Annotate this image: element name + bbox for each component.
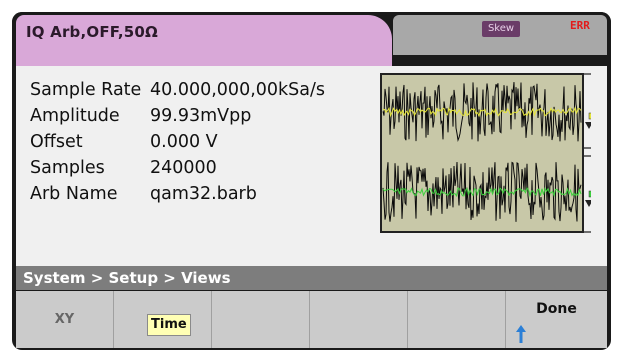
parameter-panel: Sample Rate 40.000,000,00kSa/s Amplitude 9… (16, 66, 607, 266)
softkey-empty-4[interactable] (310, 291, 408, 348)
skew-badge: Skew (482, 21, 520, 37)
softkey-done[interactable]: Done (506, 291, 607, 348)
softkey-time[interactable]: Time (114, 291, 212, 348)
param-label: Sample Rate (30, 80, 142, 100)
tab-bar: IQ Arb,OFF,50Ω Skew ERR (12, 12, 611, 66)
softkey-xy[interactable]: XY (16, 291, 114, 348)
channel2-marker-icon (588, 190, 591, 198)
softkey-label-selected: Time (147, 314, 191, 336)
up-arrow-icon (516, 325, 526, 343)
breadcrumb: System > Setup > Views (16, 266, 607, 290)
channel1-marker-icon (588, 112, 591, 120)
param-row-amplitude[interactable]: Amplitude 99.93mVpp (30, 106, 251, 126)
param-row-sample-rate[interactable]: Sample Rate 40.000,000,00kSa/s (30, 80, 325, 100)
param-row-offset[interactable]: Offset 0.000 V (30, 132, 218, 152)
param-value: 99.93mVpp (150, 106, 252, 126)
breadcrumb-text: System > Setup > Views (23, 269, 231, 287)
param-row-samples[interactable]: Samples 240000 (30, 158, 217, 178)
softkey-empty-3[interactable] (212, 291, 310, 348)
param-label: Amplitude (30, 106, 120, 126)
instrument-screen: IQ Arb,OFF,50Ω Skew ERR Sample Rate 40.00… (12, 12, 611, 350)
error-indicator: ERR (570, 19, 590, 32)
tab-channel-iq-arb[interactable]: IQ Arb,OFF,50Ω (16, 15, 392, 66)
status-tab: Skew ERR (393, 15, 607, 55)
softkey-label: XY (54, 312, 75, 327)
param-label: Samples (30, 158, 105, 178)
param-value: qam32.barb (150, 184, 257, 204)
param-value: 40.000,000,00kSa/s (150, 80, 326, 100)
tab-title: IQ Arb,OFF,50Ω (26, 23, 158, 41)
param-row-arb-name[interactable]: Arb Name qam32.barb (30, 184, 257, 204)
param-label: Arb Name (30, 184, 118, 204)
param-value: 240000 (150, 158, 217, 178)
waveform-preview (380, 73, 591, 233)
marker-bracket-channel1 (584, 73, 591, 149)
down-arrow-icon (585, 122, 591, 129)
done-label: Done (536, 301, 577, 317)
down-arrow-icon (585, 200, 591, 207)
softkey-empty-5[interactable] (408, 291, 506, 348)
param-label: Offset (30, 132, 83, 152)
softkey-bar: XY Time Done (16, 291, 607, 348)
param-value: 0.000 V (150, 132, 218, 152)
